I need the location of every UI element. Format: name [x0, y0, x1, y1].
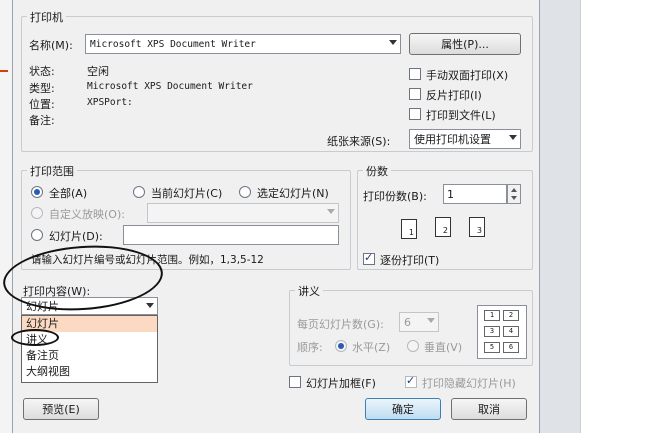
duplex-checkbox[interactable] [409, 68, 421, 80]
spin-down-icon [511, 196, 517, 200]
printer-name-select[interactable]: Microsoft XPS Document Writer [85, 34, 401, 54]
chevron-down-icon [327, 209, 335, 214]
range-current-radio[interactable] [133, 186, 145, 198]
background-left [0, 0, 12, 433]
reverse-checkbox[interactable] [409, 88, 421, 100]
collate-label[interactable]: 逐份打印(T) [380, 252, 439, 268]
slides-range-input[interactable] [123, 225, 339, 245]
properties-button[interactable]: 属性(P)... [409, 33, 521, 55]
chevron-down-icon [389, 40, 397, 45]
copies-count-value: 1 [447, 187, 454, 201]
preview-button[interactable]: 预览(E) [23, 398, 99, 420]
collate-checkbox[interactable] [363, 251, 375, 265]
paper-source-value: 使用打印机设置 [414, 133, 491, 146]
copies-count-input[interactable]: 1 [443, 184, 507, 204]
status-value: 空闲 [87, 65, 109, 78]
where-label: 位置: [29, 98, 55, 111]
range-slides-radio[interactable] [31, 229, 43, 241]
print-hidden-checkbox[interactable] [405, 374, 417, 388]
copies-spinner[interactable] [507, 184, 521, 204]
print-to-file-label[interactable]: 打印到文件(L) [426, 107, 496, 123]
ok-button[interactable]: 确定 [365, 398, 441, 420]
print-what-dropdown: 幻灯片 讲义 备注页 大纲视图 [21, 315, 158, 383]
order-vertical-label[interactable]: 垂直(V) [424, 339, 462, 355]
preview-cell: 2 [503, 310, 519, 321]
preview-cell: 1 [484, 310, 500, 321]
status-label: 状态: [29, 65, 55, 78]
frame-slides-label[interactable]: 幻灯片加框(F) [306, 375, 376, 391]
printer-name-label: 名称(M): [29, 39, 73, 52]
preview-cell: 6 [503, 342, 519, 353]
printer-group-title: 打印机 [27, 9, 66, 25]
collate-page-icon-2: 2 [431, 217, 451, 244]
custom-show-select[interactable] [147, 203, 339, 223]
order-label: 顺序: [297, 341, 323, 354]
range-custom-label[interactable]: 自定义放映(O): [49, 206, 125, 222]
chevron-down-icon [427, 318, 435, 323]
paper-source-label: 纸张来源(S): [327, 135, 391, 148]
print-hidden-label[interactable]: 打印隐藏幻灯片(H) [422, 375, 516, 391]
paper-source-select[interactable]: 使用打印机设置 [409, 129, 521, 149]
preview-cell: 4 [503, 326, 519, 337]
range-custom-radio[interactable] [31, 207, 43, 219]
cancel-button[interactable]: 取消 [451, 398, 527, 420]
range-selection-label[interactable]: 选定幻灯片(N) [257, 185, 329, 201]
background-accent [0, 70, 8, 72]
collate-page-icon-1: 1 [397, 219, 417, 246]
duplex-label[interactable]: 手动双面打印(X) [426, 67, 508, 83]
type-label: 类型: [29, 82, 55, 95]
per-page-select[interactable]: 6 [399, 312, 439, 332]
background-slide-pane [580, 0, 650, 433]
print-what-option-outline[interactable]: 大纲视图 [22, 364, 157, 380]
frame-slides-checkbox[interactable] [289, 376, 301, 388]
reverse-label[interactable]: 反片打印(I) [426, 87, 482, 103]
print-to-file-checkbox[interactable] [409, 108, 421, 120]
print-range-title: 打印范围 [27, 163, 77, 179]
where-value: XPSPort: [87, 97, 133, 108]
collate-page-icon-3: 3 [465, 217, 485, 244]
print-what-option-notes[interactable]: 备注页 [22, 348, 157, 364]
order-horizontal-label[interactable]: 水平(Z) [352, 339, 390, 355]
handouts-title: 讲义 [295, 283, 323, 299]
range-slides-label[interactable]: 幻灯片(D): [49, 228, 103, 244]
range-current-label[interactable]: 当前幻灯片(C) [151, 185, 222, 201]
order-horizontal-radio[interactable] [335, 340, 347, 352]
print-dialog: 打印机 名称(M): Microsoft XPS Document Writer… [0, 0, 540, 433]
annotation-circle-small [11, 329, 59, 346]
per-page-label: 每页幻灯片数(G): [297, 318, 384, 331]
chevron-down-icon [146, 303, 154, 308]
range-all-label[interactable]: 全部(A) [49, 185, 87, 201]
type-value: Microsoft XPS Document Writer [87, 81, 253, 92]
preview-cell: 5 [484, 342, 500, 353]
preview-cell: 3 [484, 326, 500, 337]
handout-layout-preview: 1 2 3 4 5 6 [477, 305, 527, 359]
range-all-radio[interactable] [31, 186, 43, 198]
copies-title: 份数 [363, 163, 391, 179]
copies-count-label: 打印份数(B): [363, 190, 427, 203]
range-selection-radio[interactable] [239, 186, 251, 198]
per-page-value: 6 [404, 315, 411, 329]
chevron-down-icon [509, 135, 517, 140]
order-vertical-radio[interactable] [407, 340, 419, 352]
spin-up-icon [511, 188, 517, 192]
printer-name-value: Microsoft XPS Document Writer [90, 38, 256, 50]
comment-label: 备注: [29, 114, 55, 127]
